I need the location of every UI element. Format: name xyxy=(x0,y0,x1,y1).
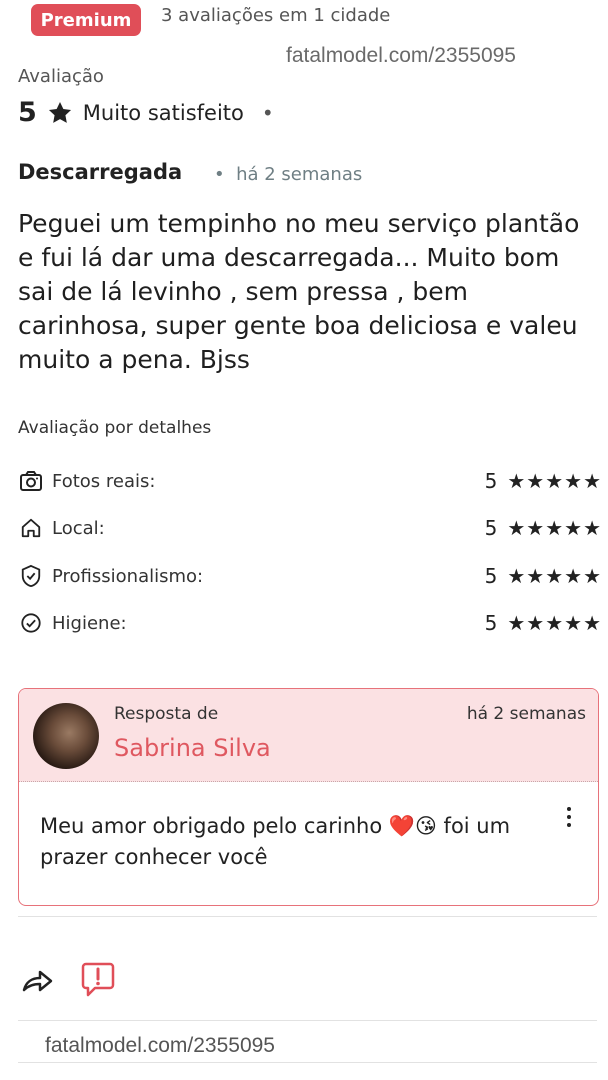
divider xyxy=(18,916,597,917)
rating-score: 5 xyxy=(18,97,37,128)
detail-row-local: Local: 5 ★★★★★ xyxy=(18,513,602,543)
more-options-icon[interactable] xyxy=(566,807,572,827)
separator-dot: • xyxy=(261,100,274,125)
watermark-bottom: fatalmodel.com/2355095 xyxy=(45,1034,275,1057)
detail-row-higiene: Higiene: 5 ★★★★★ xyxy=(18,608,602,638)
avatar[interactable] xyxy=(33,703,99,769)
detail-label: Higiene: xyxy=(52,612,127,634)
reply-author-name[interactable]: Sabrina Silva xyxy=(114,734,271,762)
camera-icon xyxy=(18,468,44,494)
detail-label: Local: xyxy=(52,517,105,539)
star-icon xyxy=(48,101,71,123)
detail-stars: ★★★★★ xyxy=(507,516,602,540)
detail-stars: ★★★★★ xyxy=(507,469,602,493)
detail-label: Fotos reais: xyxy=(52,470,156,492)
divider xyxy=(18,1020,597,1021)
shield-icon xyxy=(18,563,44,589)
reply-card: Resposta de Sabrina Silva há 2 semanas M… xyxy=(18,688,599,906)
detail-value: 5 xyxy=(484,611,498,635)
share-icon[interactable] xyxy=(20,963,56,999)
watermark-top: fatalmodel.com/2355095 xyxy=(286,44,516,67)
detail-label: Profissionalismo: xyxy=(52,565,204,587)
detail-row-fotos: Fotos reais: 5 ★★★★★ xyxy=(18,466,602,496)
review-title: Descarregada xyxy=(18,160,183,184)
overall-rating: 5 Muito satisfeito • xyxy=(18,97,274,128)
reply-text: Meu amor obrigado pelo carinho ❤️😘 foi u… xyxy=(40,814,511,869)
detail-value: 5 xyxy=(484,469,498,493)
divider xyxy=(18,1062,597,1063)
detail-stars: ★★★★★ xyxy=(507,611,602,635)
detail-stars: ★★★★★ xyxy=(507,564,602,588)
details-heading: Avaliação por detalhes xyxy=(18,418,212,438)
check-circle-icon xyxy=(18,610,44,636)
rating-sentiment: Muito satisfeito xyxy=(82,100,244,125)
detail-row-profissionalismo: Profissionalismo: 5 ★★★★★ xyxy=(18,561,602,591)
premium-badge: Premium xyxy=(31,4,141,36)
reviews-summary: 3 avaliações em 1 cidade xyxy=(161,5,391,26)
reply-header: Resposta de Sabrina Silva há 2 semanas xyxy=(19,689,598,782)
review-section-label: Avaliação xyxy=(18,66,104,87)
home-icon xyxy=(18,515,44,541)
reply-label: Resposta de xyxy=(114,704,219,724)
report-icon[interactable] xyxy=(80,961,116,999)
review-time: • há 2 semanas xyxy=(214,164,363,185)
detail-value: 5 xyxy=(484,516,498,540)
reply-time: há 2 semanas xyxy=(466,704,586,724)
detail-value: 5 xyxy=(484,564,498,588)
review-body: Peguei um tempinho no meu serviço plantã… xyxy=(18,209,580,374)
